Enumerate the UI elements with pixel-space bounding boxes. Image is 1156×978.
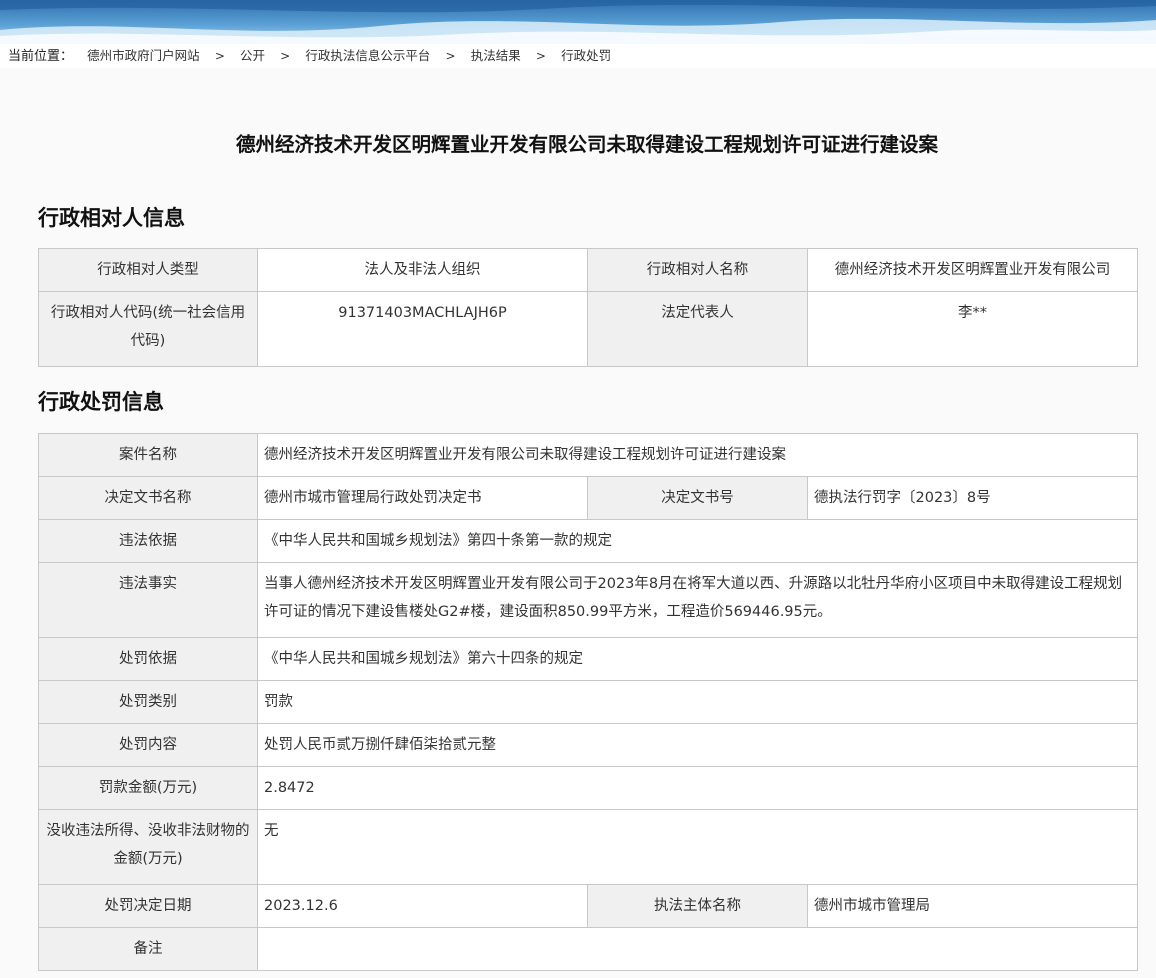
breadcrumb: 当前位置： 德州市政府门户网站 > 公开 > 行政执法信息公示平台 > 执法结果…	[0, 44, 1156, 68]
doc-number-value: 德执法行罚字〔2023〕8号	[806, 476, 1139, 520]
breadcrumb-separator: >	[535, 49, 546, 63]
penalty-category-label: 处罚类别	[38, 680, 258, 724]
confiscation-amount-value: 无	[256, 809, 1139, 885]
decision-date-label: 处罚决定日期	[38, 884, 258, 928]
fine-amount-label: 罚款金额(万元)	[38, 766, 258, 810]
party-code-label: 行政相对人代码(统一社会信用代码)	[38, 291, 258, 367]
party-section-title: 行政相对人信息	[38, 206, 185, 230]
party-code-value: 91371403MACHLAJH6P	[257, 291, 588, 367]
table-row: 违法依据 《中华人民共和国城乡规划法》第四十条第一款的规定	[38, 519, 1139, 563]
party-name-value: 德州经济技术开发区明辉置业开发有限公司	[807, 248, 1138, 292]
table-row: 没收违法所得、没收非法财物的金额(万元) 无	[38, 809, 1139, 885]
remark-label: 备注	[38, 927, 258, 971]
party-type-value: 法人及非法人组织	[257, 248, 588, 292]
case-name-value: 德州经济技术开发区明辉置业开发有限公司未取得建设工程规划许可证进行建设案	[256, 433, 1139, 477]
party-info-table: 行政相对人类型 法人及非法人组织 行政相对人名称 德州经济技术开发区明辉置业开发…	[38, 248, 1138, 367]
enforcement-agency-value: 德州市城市管理局	[806, 884, 1139, 928]
violation-basis-label: 违法依据	[38, 519, 258, 563]
table-row: 案件名称 德州经济技术开发区明辉置业开发有限公司未取得建设工程规划许可证进行建设…	[38, 433, 1139, 477]
breadcrumb-link-portal[interactable]: 德州市政府门户网站	[87, 48, 200, 63]
breadcrumb-separator: >	[280, 49, 291, 63]
table-row: 罚款金额(万元) 2.8472	[38, 766, 1139, 810]
penalty-basis-label: 处罚依据	[38, 637, 258, 681]
page-title: 德州经济技术开发区明辉置业开发有限公司未取得建设工程规划许可证进行建设案	[235, 133, 938, 156]
breadcrumb-link-results[interactable]: 执法结果	[471, 48, 521, 63]
legal-rep-label: 法定代表人	[587, 291, 808, 367]
case-name-label: 案件名称	[38, 433, 258, 477]
table-row: 违法事实 当事人德州经济技术开发区明辉置业开发有限公司于2023年8月在将军大道…	[38, 562, 1139, 638]
penalty-basis-value: 《中华人民共和国城乡规划法》第六十四条的规定	[256, 637, 1139, 681]
table-row: 备注	[38, 927, 1139, 971]
decision-date-value: 2023.12.6	[257, 884, 588, 928]
table-row: 处罚内容 处罚人民币贰万捌仟肆佰柒拾贰元整	[38, 723, 1139, 767]
breadcrumb-link-penalty[interactable]: 行政处罚	[561, 48, 611, 63]
confiscation-amount-label: 没收违法所得、没收非法财物的金额(万元)	[38, 809, 258, 885]
main-content: 德州经济技术开发区明辉置业开发有限公司未取得建设工程规划许可证进行建设案 行政相…	[0, 68, 1156, 978]
table-row: 处罚类别 罚款	[38, 680, 1139, 724]
violation-basis-value: 《中华人民共和国城乡规划法》第四十条第一款的规定	[256, 519, 1139, 563]
enforcement-agency-label: 执法主体名称	[587, 884, 808, 928]
table-row: 处罚依据 《中华人民共和国城乡规划法》第六十四条的规定	[38, 637, 1139, 681]
party-name-label: 行政相对人名称	[587, 248, 808, 292]
penalty-content-label: 处罚内容	[38, 723, 258, 767]
breadcrumb-lead: 当前位置：	[8, 49, 74, 64]
doc-name-label: 决定文书名称	[38, 476, 258, 520]
doc-name-value: 德州市城市管理局行政处罚决定书	[257, 476, 588, 520]
breadcrumb-separator: >	[445, 49, 456, 63]
legal-rep-value: 李**	[807, 291, 1138, 367]
table-row: 行政相对人代码(统一社会信用代码) 91371403MACHLAJH6P 法定代…	[38, 291, 1138, 367]
breadcrumb-separator: >	[214, 49, 225, 63]
remark-value	[256, 927, 1139, 971]
table-row: 决定文书名称 德州市城市管理局行政处罚决定书 决定文书号 德执法行罚字〔2023…	[38, 476, 1139, 520]
violation-facts-label: 违法事实	[38, 562, 258, 638]
violation-facts-value: 当事人德州经济技术开发区明辉置业开发有限公司于2023年8月在将军大道以西、升源…	[256, 562, 1139, 638]
penalty-category-value: 罚款	[256, 680, 1139, 724]
header-banner	[0, 0, 1156, 44]
water-wave-decoration	[0, 0, 1156, 44]
penalty-info-table: 案件名称 德州经济技术开发区明辉置业开发有限公司未取得建设工程规划许可证进行建设…	[38, 433, 1139, 971]
doc-number-label: 决定文书号	[587, 476, 808, 520]
breadcrumb-link-platform[interactable]: 行政执法信息公示平台	[305, 48, 430, 63]
table-row: 处罚决定日期 2023.12.6 执法主体名称 德州市城市管理局	[38, 884, 1139, 928]
table-row: 行政相对人类型 法人及非法人组织 行政相对人名称 德州经济技术开发区明辉置业开发…	[38, 248, 1138, 292]
penalty-content-value: 处罚人民币贰万捌仟肆佰柒拾贰元整	[256, 723, 1139, 767]
fine-amount-value: 2.8472	[256, 766, 1139, 810]
breadcrumb-link-public[interactable]: 公开	[240, 48, 265, 63]
penalty-section-title: 行政处罚信息	[38, 390, 164, 414]
party-type-label: 行政相对人类型	[38, 248, 258, 292]
